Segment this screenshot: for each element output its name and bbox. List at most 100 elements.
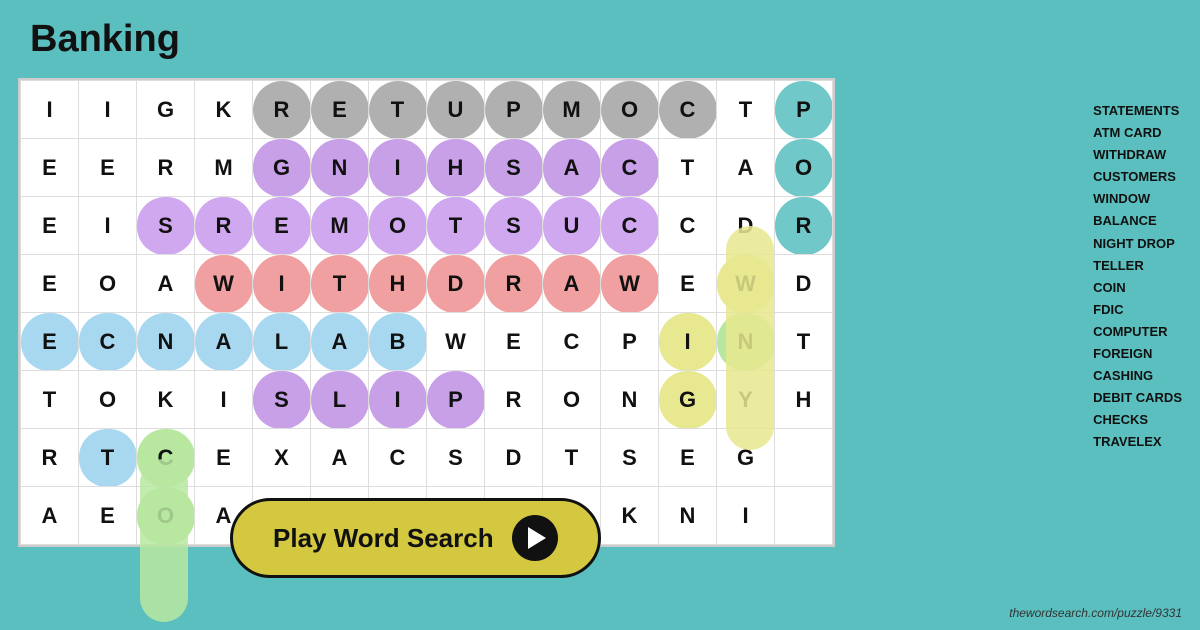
cell-6-12: G <box>717 429 775 487</box>
cell-5-13: H <box>775 371 833 429</box>
play-icon <box>512 515 558 561</box>
cell-3-13: D <box>775 255 833 313</box>
cell-2-9: U <box>543 197 601 255</box>
word-item-coin: COIN <box>1093 277 1182 299</box>
word-item-teller: TELLER <box>1093 255 1182 277</box>
cell-5-5: L <box>311 371 369 429</box>
cell-6-0: R <box>21 429 79 487</box>
cell-5-3: I <box>195 371 253 429</box>
cell-6-7: S <box>427 429 485 487</box>
cell-2-10: C <box>601 197 659 255</box>
cell-7-10: K <box>601 487 659 545</box>
cell-5-12: Y <box>717 371 775 429</box>
cell-2-3: R <box>195 197 253 255</box>
cell-4-11: I <box>659 313 717 371</box>
cell-5-11: G <box>659 371 717 429</box>
cell-0-4: R <box>253 81 311 139</box>
cell-7-12: I <box>717 487 775 545</box>
cell-1-13: O <box>775 139 833 197</box>
cell-2-2: S <box>137 197 195 255</box>
cell-3-2: A <box>137 255 195 313</box>
cell-2-11: C <box>659 197 717 255</box>
cell-6-5: A <box>311 429 369 487</box>
cell-5-2: K <box>137 371 195 429</box>
cell-3-10: W <box>601 255 659 313</box>
word-item-statements: STATEMENTS <box>1093 100 1182 122</box>
cell-6-4: X <box>253 429 311 487</box>
cell-6-3: E <box>195 429 253 487</box>
cell-5-10: N <box>601 371 659 429</box>
cell-4-1: C <box>79 313 137 371</box>
word-list: STATEMENTS ATM CARD WITHDRAW CUSTOMERS W… <box>1093 100 1182 454</box>
cell-1-3: M <box>195 139 253 197</box>
cell-1-9: A <box>543 139 601 197</box>
cell-7-13 <box>775 487 833 545</box>
cell-4-2: N <box>137 313 195 371</box>
grid-table: I I G K R E T U P M O C T P E E R M <box>20 80 833 545</box>
cell-6-6: C <box>369 429 427 487</box>
cell-0-0: I <box>21 81 79 139</box>
cell-1-1: E <box>79 139 137 197</box>
word-item-atm-card: ATM CARD <box>1093 122 1182 144</box>
word-item-debit-cards: DEBIT CARDS <box>1093 387 1182 409</box>
word-search-grid: I I G K R E T U P M O C T P E E R M <box>18 78 835 547</box>
cell-1-11: T <box>659 139 717 197</box>
cell-0-1: I <box>79 81 137 139</box>
cell-5-6: I <box>369 371 427 429</box>
cell-3-11: E <box>659 255 717 313</box>
cell-1-10: C <box>601 139 659 197</box>
cell-4-7: W <box>427 313 485 371</box>
page-title: Banking <box>30 18 180 61</box>
cell-4-10: P <box>601 313 659 371</box>
cell-1-0: E <box>21 139 79 197</box>
attribution: thewordsearch.com/puzzle/9331 <box>1009 606 1182 620</box>
cell-2-7: T <box>427 197 485 255</box>
cell-3-9: A <box>543 255 601 313</box>
cell-6-1: T <box>79 429 137 487</box>
cell-4-5: A <box>311 313 369 371</box>
cell-2-4: E <box>253 197 311 255</box>
cell-6-11: E <box>659 429 717 487</box>
cell-0-8: P <box>485 81 543 139</box>
cell-0-9: M <box>543 81 601 139</box>
cell-3-8: R <box>485 255 543 313</box>
word-item-computer: COMPUTER <box>1093 321 1182 343</box>
cell-1-5: N <box>311 139 369 197</box>
cell-3-6: H <box>369 255 427 313</box>
cell-3-7: D <box>427 255 485 313</box>
cell-4-3: A <box>195 313 253 371</box>
cell-5-9: O <box>543 371 601 429</box>
cell-1-7: H <box>427 139 485 197</box>
cell-4-4: L <box>253 313 311 371</box>
cell-3-1: O <box>79 255 137 313</box>
cell-5-4: S <box>253 371 311 429</box>
cell-3-4: I <box>253 255 311 313</box>
word-item-balance: BALANCE <box>1093 210 1182 232</box>
play-button[interactable]: Play Word Search <box>230 498 601 578</box>
play-button-label: Play Word Search <box>273 523 494 554</box>
cell-6-9: T <box>543 429 601 487</box>
word-item-withdraw: WITHDRAW <box>1093 144 1182 166</box>
word-item-checks: CHECKS <box>1093 409 1182 431</box>
cell-5-0: T <box>21 371 79 429</box>
cell-6-8: D <box>485 429 543 487</box>
cell-4-0: E <box>21 313 79 371</box>
word-item-fdic: FDIC <box>1093 299 1182 321</box>
cell-2-5: M <box>311 197 369 255</box>
cell-0-5: E <box>311 81 369 139</box>
cell-1-8: S <box>485 139 543 197</box>
cell-7-1: E <box>79 487 137 545</box>
cell-7-11: N <box>659 487 717 545</box>
cell-4-12: N <box>717 313 775 371</box>
cell-5-8: R <box>485 371 543 429</box>
cell-0-10: O <box>601 81 659 139</box>
cell-2-0: E <box>21 197 79 255</box>
cell-0-7: U <box>427 81 485 139</box>
cell-0-2: G <box>137 81 195 139</box>
cell-1-2: R <box>137 139 195 197</box>
cell-2-6: O <box>369 197 427 255</box>
cell-5-1: O <box>79 371 137 429</box>
cell-3-3: W <box>195 255 253 313</box>
cell-0-6: T <box>369 81 427 139</box>
cell-4-6: B <box>369 313 427 371</box>
